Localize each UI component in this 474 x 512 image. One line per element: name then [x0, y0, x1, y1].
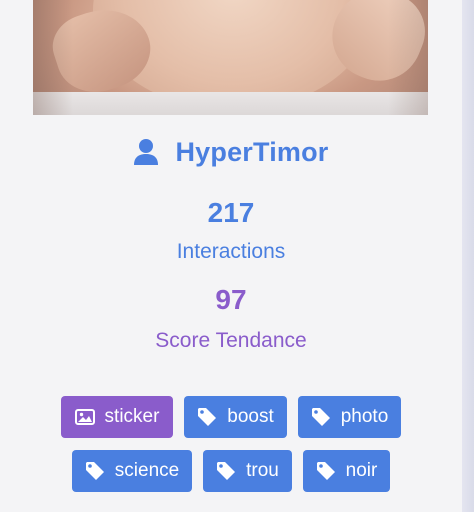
interactions-count: 217	[207, 197, 255, 228]
tags-row-2: science trou noir	[0, 450, 462, 492]
photo-shadow-left	[33, 0, 73, 115]
tag-icon	[311, 408, 330, 426]
tag-boost[interactable]: boost	[184, 396, 287, 438]
post-card: HyperTimor 217 Interactions 97 Score Ten…	[0, 0, 462, 512]
tag-label: sticker	[104, 406, 160, 427]
username[interactable]: HyperTimor	[175, 137, 328, 168]
author-row: HyperTimor	[0, 132, 462, 172]
tag-icon	[198, 408, 217, 426]
trend-score-label: Score Tendance	[155, 329, 307, 352]
tag-icon	[85, 462, 104, 480]
tag-label: boost	[227, 406, 274, 427]
image-icon	[74, 409, 95, 425]
tag-icon	[217, 462, 236, 480]
tag-label: noir	[345, 460, 378, 481]
tag-label: trou	[246, 460, 279, 481]
photo-cloth	[33, 92, 428, 115]
tag-noir[interactable]: noir	[303, 450, 390, 492]
tag-trou[interactable]: trou	[203, 450, 292, 492]
tag-sticker[interactable]: sticker	[61, 396, 173, 438]
user-icon	[134, 139, 159, 165]
tag-science[interactable]: science	[72, 450, 192, 492]
photo-shadow-right	[388, 0, 428, 115]
tag-icon	[316, 462, 335, 480]
tag-photo[interactable]: photo	[298, 396, 401, 438]
post-photo[interactable]	[33, 0, 428, 115]
page-edge	[462, 0, 474, 512]
interactions-label: Interactions	[176, 240, 286, 263]
tag-label: science	[114, 460, 180, 481]
tags-row-1: sticker boost photo	[0, 396, 462, 438]
tag-label: photo	[340, 406, 389, 427]
trend-score-value: 97	[215, 284, 247, 315]
